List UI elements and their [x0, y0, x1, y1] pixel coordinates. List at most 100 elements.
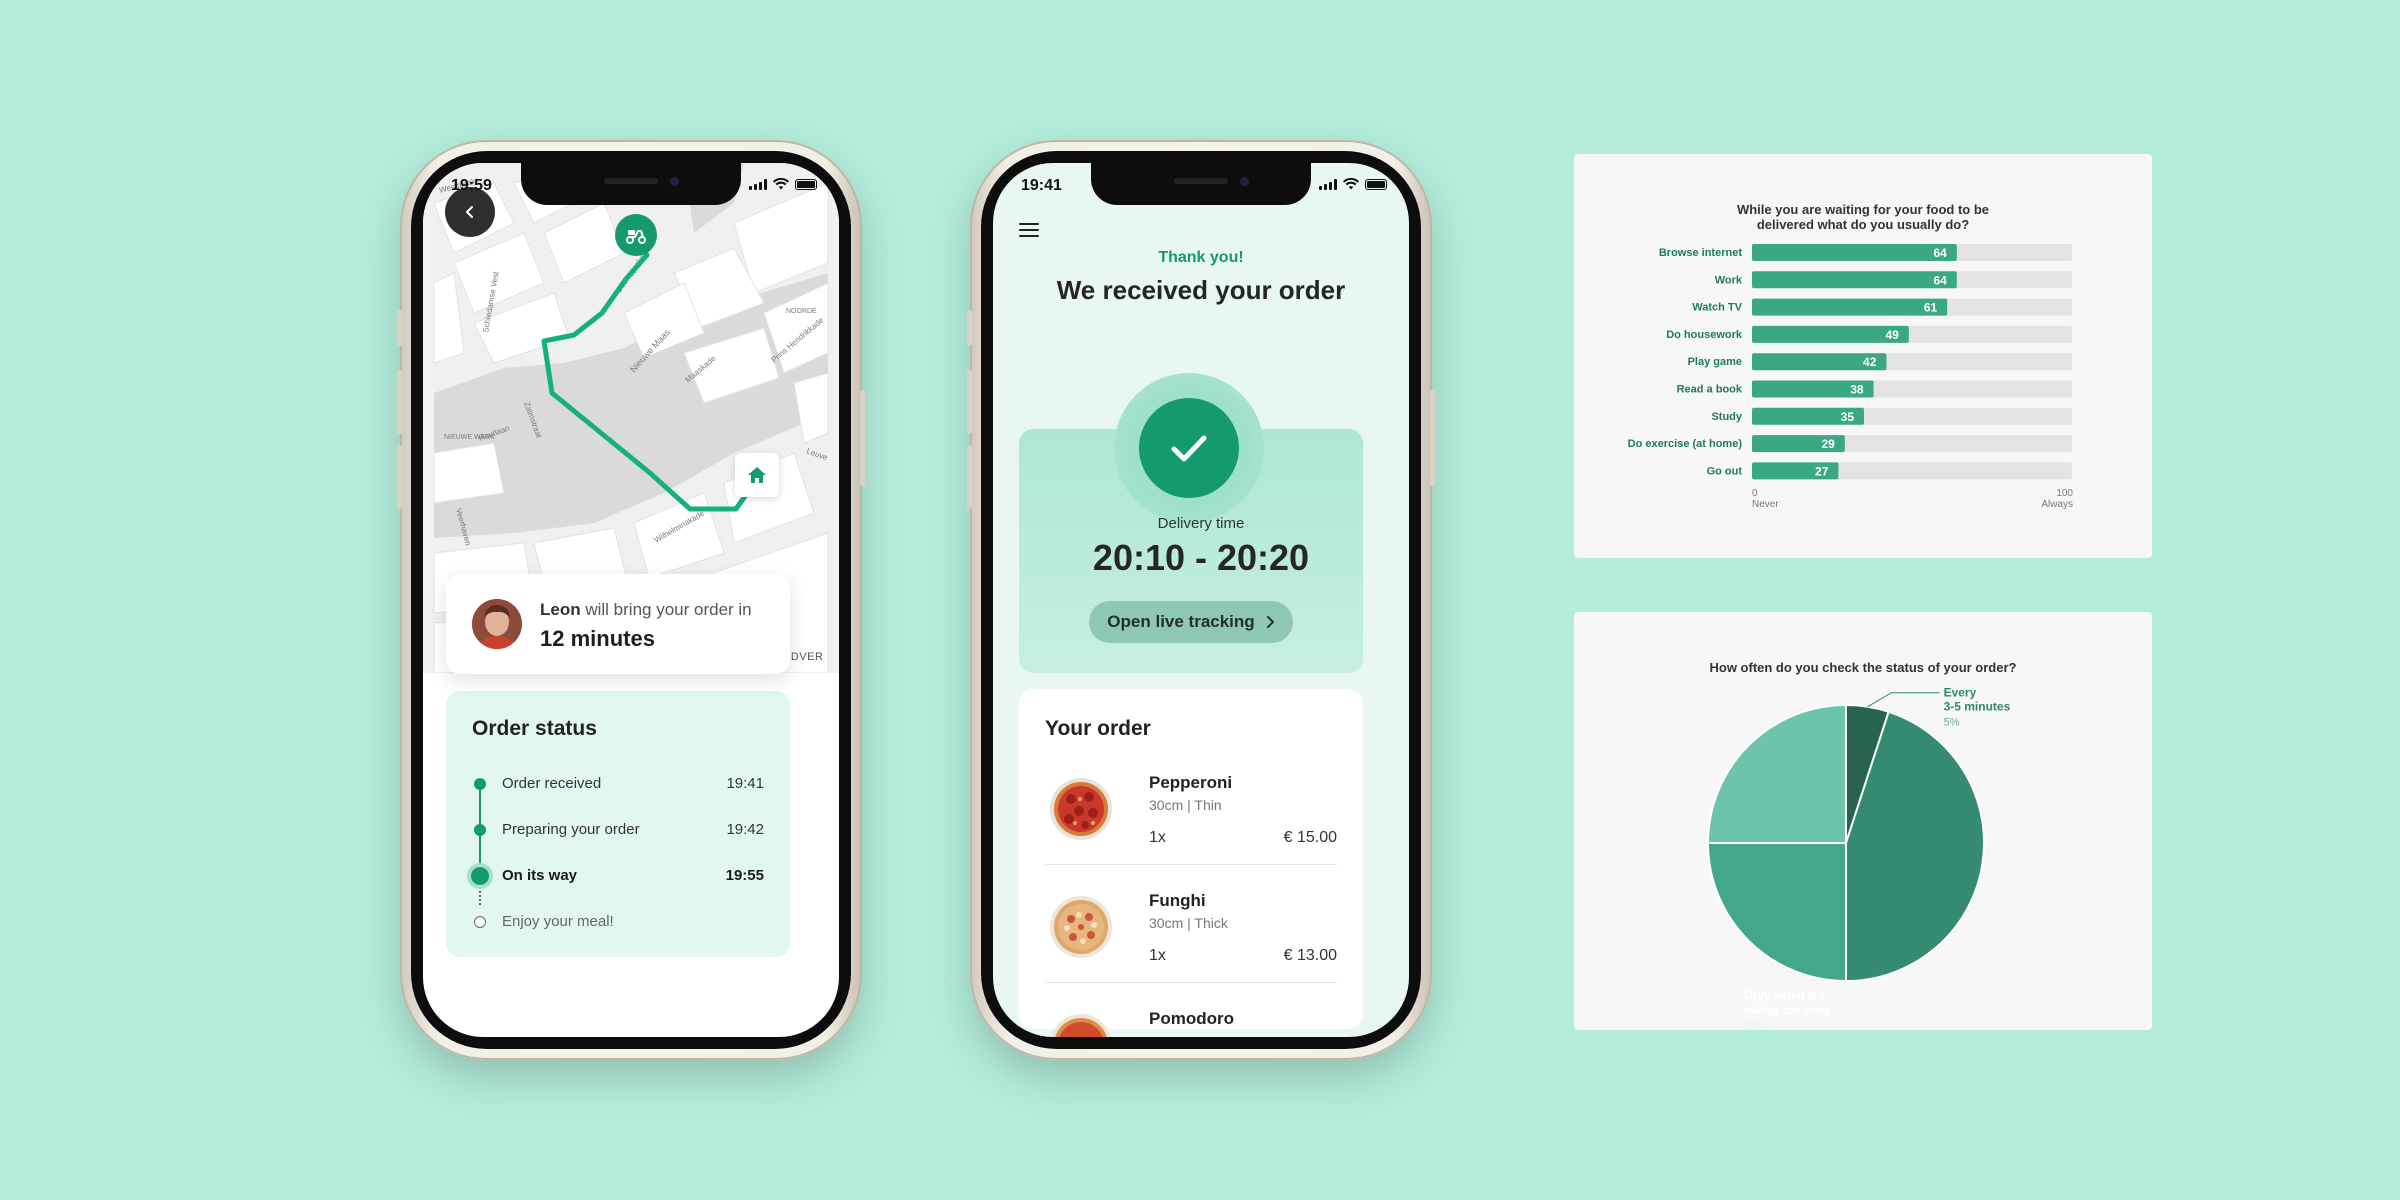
courier-avatar	[472, 599, 522, 649]
status-dot-done	[474, 778, 486, 790]
notch	[1091, 163, 1311, 205]
bar-category-label: Do housework	[1666, 329, 1743, 341]
scooter-icon	[626, 230, 646, 244]
open-live-tracking-button[interactable]: Open live tracking	[1089, 601, 1293, 643]
status-dot-active	[471, 867, 489, 885]
pie-slice-label: 3-5 minutes	[1944, 700, 2011, 714]
status-time: 19:41	[1021, 177, 1062, 194]
wifi-icon	[1343, 178, 1359, 190]
status-dot-pending	[474, 916, 486, 928]
status-step-time: 19:42	[726, 821, 764, 838]
check-circle	[1139, 398, 1239, 498]
pie-slice-label: Only when it's	[1744, 988, 1825, 1002]
status-check-pie-chart: Every3-5 minutes5%Every10-15 minutes45%E…	[1706, 686, 2011, 1030]
status-step: Preparing your order 19:42	[446, 817, 790, 841]
pepperoni-pizza-image	[1050, 778, 1112, 840]
order-item[interactable]: Pomodoro	[1019, 983, 1363, 1037]
bar-category-label: Read a book	[1677, 384, 1743, 396]
order-status-title: Order status	[472, 717, 597, 740]
svg-text:NOORDE: NOORDE	[786, 308, 817, 315]
item-name: Pepperoni	[1149, 773, 1233, 792]
funghi-pizza-image	[1050, 896, 1112, 958]
bar-category-label: Do exercise (at home)	[1628, 438, 1743, 450]
bar-value-label: 64	[1933, 273, 1947, 287]
bar	[1752, 271, 1957, 289]
notch	[521, 163, 741, 205]
pie-slice-label: Every	[1944, 686, 1977, 700]
signal-icon	[1319, 178, 1337, 190]
status-step-time: 19:55	[725, 867, 764, 884]
item-description: 30cm | Thick	[1149, 915, 1228, 931]
chevron-left-icon	[466, 206, 473, 218]
axis-min-caption: Never	[1752, 499, 1779, 510]
order-status-panel: Order status Order received 19:41 Prepar…	[446, 691, 790, 957]
bar-category-label: Browse internet	[1659, 247, 1742, 259]
bar-value-label: 27	[1815, 464, 1829, 478]
phone-mute-switch	[967, 310, 972, 346]
bar-value-label: 35	[1841, 410, 1855, 424]
pie-slice	[1706, 703, 1847, 844]
delivery-time-range: 20:10 - 20:20	[1092, 537, 1310, 578]
courier-text: will bring your order in	[585, 600, 752, 619]
courier-card: Leon will bring your order in 12 minutes	[446, 574, 790, 674]
tracking-phone: 19:59 NIEUWE WERK NOORDE Nieuwe Maas Wes…	[397, 140, 865, 1060]
system-icons	[749, 178, 817, 190]
status-step-time: 19:41	[726, 775, 764, 792]
bar	[1752, 244, 1957, 261]
phone-volume-down	[397, 445, 402, 509]
checkmark-icon	[1171, 435, 1207, 462]
signal-icon	[749, 178, 767, 190]
phone-power-button	[860, 390, 865, 486]
axis-max-caption: Always	[2041, 499, 2073, 510]
item-description: 30cm | Thin	[1149, 797, 1222, 813]
bar-category-label: Watch TV	[1692, 302, 1742, 314]
phone-volume-up	[397, 370, 402, 434]
bar-category-label: Go out	[1707, 465, 1743, 477]
bar-value-label: 29	[1821, 437, 1835, 451]
status-check-survey-card: How often do you check the status of you…	[1574, 612, 2152, 1030]
wifi-icon	[773, 178, 789, 190]
confirmation-screen: 19:41 Thank you! We received your order …	[993, 163, 1409, 1037]
bar-category-label: Work	[1715, 274, 1743, 286]
bar-category-label: Play game	[1688, 356, 1742, 368]
pie-slice-label: taking too long	[1744, 1003, 1830, 1017]
bar-value-label: 38	[1850, 383, 1864, 397]
live-tracking-label: Open live tracking	[1107, 612, 1255, 631]
menu-icon[interactable]	[1019, 223, 1039, 241]
pie-leader-line	[1867, 692, 1940, 708]
status-step-label: Enjoy your meal!	[502, 913, 614, 930]
pomodoro-pizza-image	[1051, 1014, 1111, 1037]
status-step-current: On its way 19:55	[446, 863, 790, 887]
courier-name: Leon	[540, 600, 581, 619]
status-step: Enjoy your meal!	[446, 909, 790, 933]
order-item[interactable]: Funghi 30cm | Thick 1x € 13.00	[1019, 865, 1363, 983]
tracking-screen: 19:59 NIEUWE WERK NOORDE Nieuwe Maas Wes…	[423, 163, 839, 1037]
phone-volume-down	[967, 445, 972, 509]
item-quantity: 1x	[1149, 829, 1166, 846]
status-step-label: On its way	[502, 867, 578, 884]
pie-slice	[1706, 842, 1847, 983]
bar-value-label: 61	[1924, 301, 1938, 315]
item-price: € 13.00	[1283, 947, 1337, 964]
thank-you-text: Thank you!	[1158, 249, 1244, 266]
bar-category-label: Study	[1711, 411, 1742, 423]
your-order-card: Your order Pepperoni 30cm | Thin 1x € 15…	[1019, 689, 1363, 1037]
pie-slice-percent: 25%	[1744, 1020, 1766, 1030]
axis-min-label: 0	[1752, 488, 1758, 499]
item-name: Funghi	[1149, 891, 1206, 910]
activity-survey-card: While you are waiting for your food to b…	[1574, 154, 2152, 558]
delivery-time-label: Delivery time	[1157, 515, 1245, 532]
phone-volume-up	[967, 370, 972, 434]
courier-location-pin[interactable]	[615, 214, 657, 256]
status-step-label: Preparing your order	[502, 821, 640, 838]
battery-icon	[795, 178, 817, 190]
status-step: Order received 19:41	[446, 771, 790, 795]
success-badge	[1114, 373, 1264, 523]
home-location-pin[interactable]	[735, 453, 779, 497]
status-time: 19:59	[451, 177, 492, 194]
bar-value-label: 49	[1885, 328, 1899, 342]
order-item[interactable]: Pepperoni 30cm | Thin 1x € 15.00	[1019, 747, 1363, 865]
status-step-label: Order received	[502, 775, 602, 792]
item-quantity: 1x	[1149, 947, 1166, 964]
courier-eta: 12 minutes	[540, 626, 655, 651]
